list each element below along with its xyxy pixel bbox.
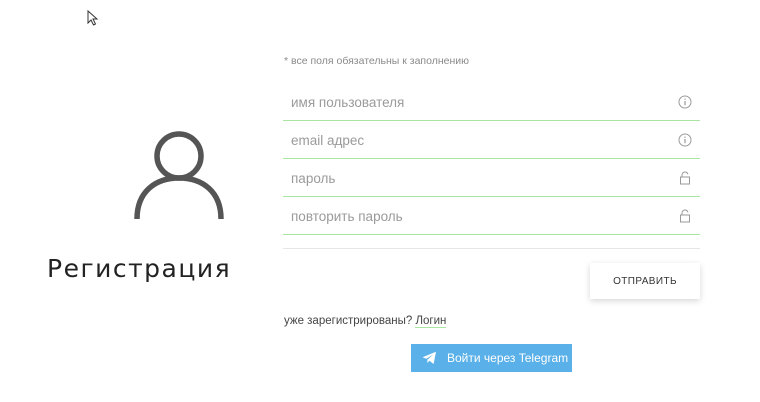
password-input[interactable] [283,160,671,196]
registration-page: Регистрация * все поля обязательны к зап… [0,0,760,402]
mouse-cursor-icon [87,10,99,26]
page-title: Регистрация [47,254,232,283]
required-fields-note: * все поля обязательны к заполнению [284,55,470,67]
telegram-plane-icon [422,351,436,364]
username-field [283,84,700,121]
lock-icon [680,209,690,223]
username-input[interactable] [283,84,671,120]
login-prompt: уже зарегистрированы? Логин [284,315,447,328]
password-repeat-field [283,198,700,235]
login-prompt-text: уже зарегистрированы? [284,315,413,327]
telegram-login-label: Войти через Telegram [447,351,569,365]
email-field [283,122,700,159]
submit-button[interactable]: ОТПРАВИТЬ [590,263,700,299]
login-link[interactable]: Логин [415,315,447,328]
info-icon[interactable] [678,95,692,109]
telegram-login-button[interactable]: Войти через Telegram [411,344,572,372]
lock-icon [680,171,690,185]
password-repeat-input[interactable] [283,198,671,234]
form-divider [283,248,700,249]
info-icon[interactable] [678,133,692,147]
user-avatar-icon [134,131,224,220]
email-input[interactable] [283,122,671,158]
password-field [283,160,700,197]
